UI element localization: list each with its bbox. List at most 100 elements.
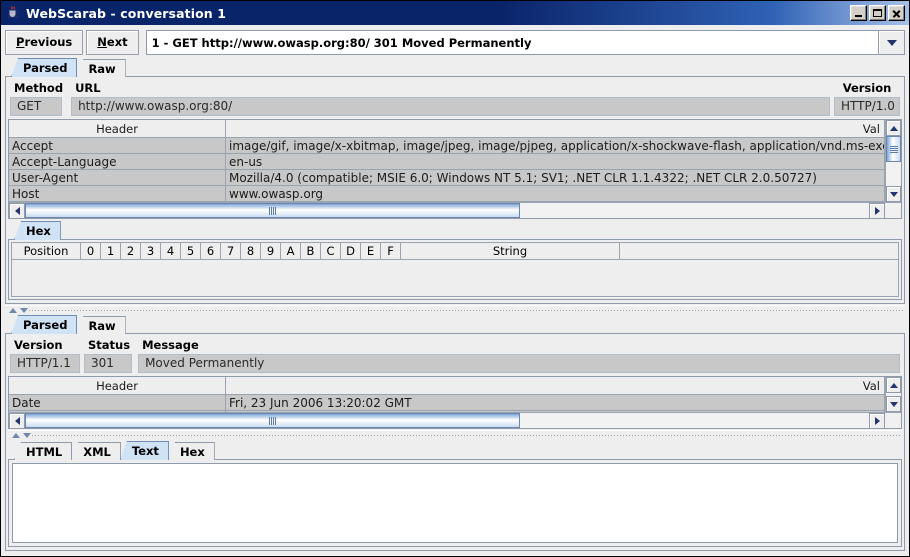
collapse-down-icon[interactable] bbox=[23, 432, 31, 438]
response-headers-rows: Date Fri, 23 Jun 2006 13:20:02 GMT Serve… bbox=[9, 395, 885, 412]
table-row[interactable]: Accept-Language en-us bbox=[9, 154, 885, 170]
request-col-value[interactable]: Val bbox=[226, 120, 885, 137]
split-divider-response-content[interactable] bbox=[8, 430, 902, 439]
vscroll-track[interactable] bbox=[886, 393, 901, 396]
window-body: Previous Next 1 - GET http://www.owasp.o… bbox=[1, 25, 909, 556]
split-divider-request-response[interactable] bbox=[5, 305, 905, 315]
request-col-header[interactable]: Header bbox=[9, 120, 226, 137]
content-tab-xml[interactable]: XML bbox=[71, 442, 121, 460]
content-tab-hex[interactable]: Hex bbox=[167, 442, 215, 460]
version-value[interactable]: HTTP/1.0 bbox=[834, 97, 900, 116]
hex-col-d[interactable]: D bbox=[341, 243, 361, 259]
vscroll-track[interactable] bbox=[886, 136, 901, 186]
hex-col-0[interactable]: 0 bbox=[81, 243, 101, 259]
url-value[interactable]: http://www.owasp.org:80/ bbox=[71, 97, 830, 116]
scroll-right-button[interactable] bbox=[869, 203, 885, 218]
response-tab-raw[interactable]: Raw bbox=[76, 316, 126, 334]
response-version-value[interactable]: HTTP/1.1 bbox=[10, 354, 80, 373]
collapse-up-icon[interactable] bbox=[12, 432, 20, 438]
scroll-up-button[interactable] bbox=[886, 120, 901, 136]
cell-value: en-us bbox=[226, 154, 885, 169]
cell-header: Date bbox=[9, 395, 226, 410]
response-text-area[interactable] bbox=[12, 463, 898, 543]
scroll-right-button[interactable] bbox=[869, 413, 885, 428]
close-button[interactable] bbox=[888, 5, 905, 21]
conversation-value[interactable]: 1 - GET http://www.owasp.org:80/ 301 Mov… bbox=[145, 30, 878, 55]
request-tab-raw[interactable]: Raw bbox=[76, 59, 126, 77]
hex-col-e[interactable]: E bbox=[361, 243, 381, 259]
request-hex-content: Position 0 1 2 3 4 5 6 7 8 9 A B C D E F… bbox=[8, 239, 902, 300]
cell-header: Host bbox=[9, 186, 226, 201]
content-tab-text[interactable]: Text bbox=[119, 441, 169, 460]
hex-col-8[interactable]: 8 bbox=[241, 243, 261, 259]
hex-col-1[interactable]: 1 bbox=[101, 243, 121, 259]
collapse-up-icon[interactable] bbox=[9, 308, 17, 313]
response-tab-content: Version HTTP/1.1 Status 301 Message Move… bbox=[5, 333, 905, 551]
table-row[interactable]: Date Fri, 23 Jun 2006 13:20:02 GMT bbox=[9, 395, 885, 411]
content-tab-html[interactable]: HTML bbox=[14, 442, 73, 460]
response-tab-parsed[interactable]: Parsed bbox=[11, 315, 78, 334]
hex-col-string[interactable]: String bbox=[401, 243, 620, 259]
method-value[interactable]: GET bbox=[10, 97, 62, 116]
table-row[interactable]: Host www.owasp.org bbox=[9, 186, 885, 202]
request-tab-hex[interactable]: Hex bbox=[14, 221, 61, 240]
url-label: URL bbox=[75, 81, 101, 95]
scroll-left-button[interactable] bbox=[9, 413, 25, 428]
response-headers-hscrollbar[interactable] bbox=[9, 412, 901, 428]
response-version-field: Version HTTP/1.1 bbox=[8, 336, 82, 373]
request-tab-parsed[interactable]: Parsed bbox=[11, 58, 78, 77]
response-panel: Parsed Raw Version HTTP/1.1 Status 301 M… bbox=[5, 315, 905, 552]
hex-col-2[interactable]: 2 bbox=[121, 243, 141, 259]
hex-col-a[interactable]: A bbox=[281, 243, 301, 259]
hscroll-track[interactable] bbox=[25, 413, 869, 428]
next-button[interactable]: Next bbox=[86, 30, 139, 55]
vscroll-thumb[interactable] bbox=[886, 136, 901, 162]
collapse-down-icon[interactable] bbox=[20, 308, 28, 313]
hex-col-5[interactable]: 5 bbox=[181, 243, 201, 259]
hex-col-7[interactable]: 7 bbox=[221, 243, 241, 259]
hscroll-thumb[interactable] bbox=[25, 203, 520, 218]
conversation-dropdown-button[interactable] bbox=[878, 30, 905, 55]
scroll-down-button[interactable] bbox=[886, 396, 901, 412]
request-headers-vscrollbar[interactable] bbox=[885, 120, 901, 202]
response-headers-vscrollbar[interactable] bbox=[885, 377, 901, 412]
triangle-left-icon bbox=[14, 417, 20, 425]
title-bar: WebScarab - conversation 1 bbox=[1, 1, 909, 25]
hex-col-b[interactable]: B bbox=[301, 243, 321, 259]
cell-value: Mozilla/4.0 (compatible; MSIE 6.0; Windo… bbox=[226, 170, 885, 185]
hscroll-track[interactable] bbox=[25, 203, 869, 218]
hex-col-9[interactable]: 9 bbox=[261, 243, 281, 259]
response-col-value[interactable]: Val bbox=[226, 377, 885, 394]
maximize-button[interactable] bbox=[869, 5, 886, 21]
request-headers-hscrollbar[interactable] bbox=[9, 202, 901, 218]
cell-header: Accept-Language bbox=[9, 154, 226, 169]
response-headers-body: Header Val Date Fri, 23 Jun 2006 13:20:0… bbox=[9, 377, 901, 412]
conversation-combobox[interactable]: 1 - GET http://www.owasp.org:80/ 301 Mov… bbox=[145, 30, 905, 55]
response-col-header[interactable]: Header bbox=[9, 377, 226, 394]
cell-header: Accept bbox=[9, 138, 226, 153]
hex-col-c[interactable]: C bbox=[321, 243, 341, 259]
previous-button[interactable]: Previous bbox=[5, 30, 84, 55]
response-status-value[interactable]: 301 bbox=[84, 354, 132, 373]
triangle-up-icon bbox=[889, 382, 898, 388]
scroll-left-button[interactable] bbox=[9, 203, 25, 218]
table-row[interactable]: Accept image/gif, image/x-xbitmap, image… bbox=[9, 138, 885, 154]
scroll-down-button[interactable] bbox=[886, 186, 901, 202]
request-tab-parsed-label: Parsed bbox=[23, 61, 68, 75]
table-row[interactable]: User-Agent Mozilla/4.0 (compatible; MSIE… bbox=[9, 170, 885, 186]
triangle-right-icon bbox=[874, 417, 880, 425]
minimize-button[interactable] bbox=[850, 5, 867, 21]
content-tab-hex-label: Hex bbox=[179, 444, 205, 459]
hex-col-3[interactable]: 3 bbox=[141, 243, 161, 259]
scroll-up-button[interactable] bbox=[886, 377, 901, 393]
response-message-value[interactable]: Moved Permanently bbox=[138, 354, 900, 373]
previous-label-rest: revious bbox=[24, 35, 73, 49]
hex-col-position[interactable]: Position bbox=[12, 243, 81, 259]
triangle-down-icon bbox=[889, 401, 898, 407]
hex-col-4[interactable]: 4 bbox=[161, 243, 181, 259]
hscroll-thumb[interactable] bbox=[25, 413, 520, 428]
next-label-rest: ext bbox=[106, 35, 128, 49]
hex-col-f[interactable]: F bbox=[381, 243, 401, 259]
hex-col-6[interactable]: 6 bbox=[201, 243, 221, 259]
request-response-splitpane: Parsed Raw Method GET URL http://www.owa… bbox=[5, 58, 905, 552]
